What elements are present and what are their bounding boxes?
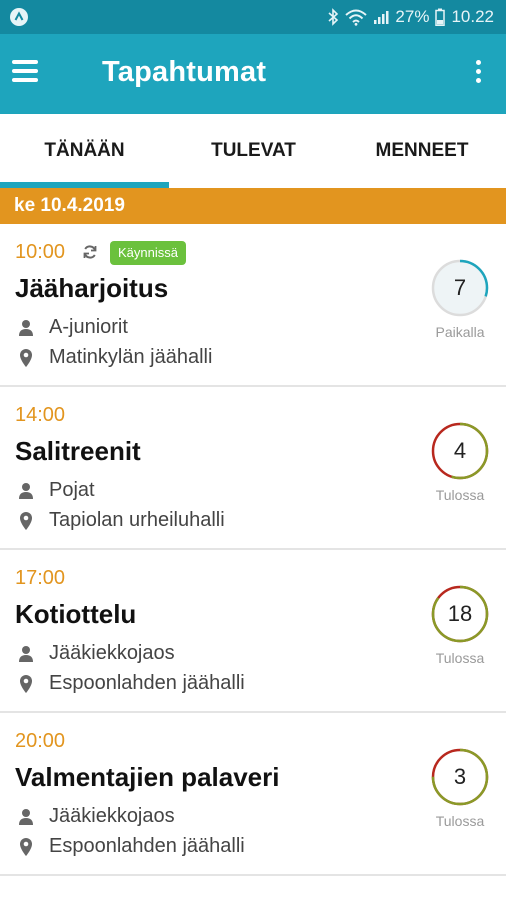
attendance-count: 18	[447, 601, 473, 626]
attendance-ring: 18	[430, 584, 490, 644]
clock: 10.22	[451, 7, 494, 26]
event-group-row: A-juniorit	[15, 316, 128, 339]
attendance-count: 3	[453, 764, 467, 789]
event-location-row: Tapiolan urheiluhalli	[15, 509, 225, 532]
person-icon	[15, 480, 37, 502]
signal-icon	[373, 9, 389, 25]
event-location-row: Espoonlahden jäähalli	[15, 835, 245, 858]
event-location: Matinkylän jäähalli	[49, 346, 213, 368]
event-title: Jääharjoitus	[15, 273, 169, 303]
event-location: Espoonlahden jäähalli	[49, 672, 245, 694]
event-location: Espoonlahden jäähalli	[49, 835, 245, 857]
tab-today[interactable]: TÄNÄÄN	[0, 114, 169, 188]
event-group-row: Jääkiekkojaos	[15, 805, 175, 828]
event-item[interactable]: 17:00 Kotiottelu Jääkiekkojaos Espoonlah…	[0, 550, 506, 713]
location-pin-icon	[15, 836, 37, 858]
battery-icon	[435, 8, 446, 26]
app-bar: Tapahtumat	[0, 34, 506, 114]
event-time: 20:00	[15, 730, 66, 752]
person-icon	[15, 317, 37, 339]
event-time: 14:00	[15, 404, 66, 426]
attendance-status: Tulossa	[435, 650, 485, 666]
tab-upcoming[interactable]: TULEVAT	[169, 114, 338, 188]
event-group: Jääkiekkojaos	[49, 642, 175, 664]
person-icon	[15, 643, 37, 665]
event-item[interactable]: 14:00 Salitreenit Pojat Tapiolan urheilu…	[0, 387, 506, 550]
event-item[interactable]: 10:00 Käynnissä Jääharjoitus A-juniorit …	[0, 224, 506, 387]
event-title: Valmentajien palaveri	[15, 762, 280, 792]
tab-bar: TÄNÄÄN TULEVAT MENNEET	[0, 114, 506, 188]
sync-icon	[82, 244, 98, 260]
event-group-row: Jääkiekkojaos	[15, 642, 175, 665]
event-location-row: Matinkylän jäähalli	[15, 346, 212, 369]
event-group: Jääkiekkojaos	[49, 805, 175, 827]
status-right: 27% 10.22	[327, 0, 494, 34]
event-group: A-juniorit	[49, 316, 128, 338]
event-group: Pojat	[49, 479, 95, 501]
bluetooth-icon	[327, 8, 339, 26]
event-group-row: Pojat	[15, 479, 95, 502]
app-notification-icon	[10, 8, 28, 26]
attendance-ring: 3	[430, 747, 490, 807]
event-location: Tapiolan urheiluhalli	[49, 509, 225, 531]
attendance-status: Tulossa	[435, 487, 485, 503]
status-bar: 27% 10.22	[0, 0, 506, 34]
attendance-count: 7	[453, 275, 467, 300]
attendance-status: Paikalla	[435, 324, 485, 340]
location-pin-icon	[15, 510, 37, 532]
battery-percent: 27%	[395, 7, 430, 26]
location-pin-icon	[15, 673, 37, 695]
event-time: 17:00	[15, 567, 66, 589]
status-badge: Käynnissä	[110, 241, 186, 265]
hamburger-menu-icon[interactable]	[12, 60, 42, 88]
more-vert-icon[interactable]	[470, 60, 486, 90]
event-location-row: Espoonlahden jäähalli	[15, 672, 245, 695]
attendance-count: 4	[453, 438, 467, 463]
page-title: Tapahtumat	[102, 56, 267, 88]
wifi-icon	[345, 8, 368, 26]
tab-past[interactable]: MENNEET	[338, 114, 506, 188]
attendance-ring: 4	[430, 421, 490, 481]
event-title: Kotiottelu	[15, 599, 137, 629]
event-title: Salitreenit	[15, 436, 141, 466]
location-pin-icon	[15, 347, 37, 369]
event-item[interactable]: 20:00 Valmentajien palaveri Jääkiekkojao…	[0, 713, 506, 876]
event-time: 10:00	[15, 241, 66, 263]
date-header: ke 10.4.2019	[0, 188, 506, 224]
attendance-status: Tulossa	[435, 813, 485, 829]
attendance-ring: 7	[430, 258, 490, 318]
person-icon	[15, 806, 37, 828]
